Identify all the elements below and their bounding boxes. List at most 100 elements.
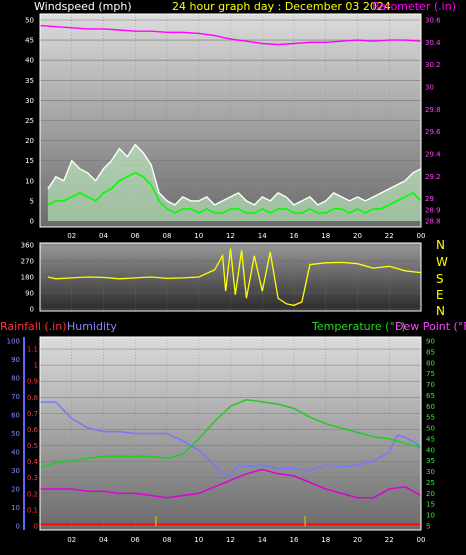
weather-graph: 0 5 10 15 20 25 30 35 40 45 50 28.8 28.9 29 29.2 29.4 29… [0, 0, 466, 555]
lower-x-tick-label: 02 [67, 536, 76, 544]
rainfall-tick-label: 0.1 [27, 506, 38, 514]
humidity-tick-label: 60 [11, 412, 20, 420]
barometer-tick-label: 28.9 [425, 206, 441, 214]
rainfall-tick-label: 0.6 [27, 426, 39, 434]
windspeed-x-tick-label: 00 [417, 232, 426, 240]
temperature-tick-label: 25 [426, 479, 435, 487]
temperature-tick-label: 15 [426, 501, 435, 509]
windspeed-x-tick-label: 04 [99, 232, 108, 240]
windspeed-tick-label: 25 [25, 117, 34, 125]
lower-x-tick-label: 18 [321, 536, 330, 544]
windspeed-tick-label: 35 [25, 77, 34, 85]
temperature-tick-label: 65 [426, 392, 435, 400]
lower-x-tick-label: 06 [131, 536, 140, 544]
temperature-tick-label: 70 [426, 381, 435, 389]
windspeed-x-tick-label: 16 [290, 232, 299, 240]
rainfall-tick-label: 0.5 [27, 442, 38, 450]
rainfall-tick-label: 0.8 [27, 394, 38, 402]
barometer-tick-label: 28.8 [425, 218, 441, 226]
compass-n-bottom: N [436, 304, 445, 318]
windspeed-x-tick-label: 12 [226, 232, 235, 240]
humidity-tick-label: 90 [11, 356, 20, 364]
lower-x-tick-label: 12 [226, 536, 235, 544]
temperature-axis-title: Temperature (°F) [312, 320, 406, 333]
temperature-tick-label: 45 [426, 435, 435, 443]
weather-chart-canvas: 0510152025303540455028.828.92929.229.429… [7, 13, 441, 544]
humidity-tick-label: 10 [11, 504, 20, 512]
windspeed-tick-label: 20 [25, 137, 34, 145]
rainfall-tick-label: 0.2 [27, 490, 38, 498]
temperature-tick-label: 85 [426, 348, 435, 356]
windspeed-tick-label: 15 [25, 157, 34, 165]
lower-x-tick-label: 00 [417, 536, 426, 544]
rainfall-tick-label: 0 [34, 523, 38, 531]
barometer-tick-label: 29.6 [425, 128, 441, 136]
windspeed-x-tick-label: 14 [258, 232, 267, 240]
barometer-tick-label: 29.4 [425, 151, 441, 159]
windspeed-tick-label: 5 [30, 197, 34, 205]
barometer-tick-label: 30.2 [425, 61, 441, 69]
rainfall-tick-label: 1 [34, 362, 38, 370]
lower-x-tick-label: 08 [163, 536, 172, 544]
humidity-tick-label: 70 [11, 393, 20, 401]
windspeed-tick-label: 45 [25, 37, 34, 45]
dewpoint-axis-title: Dew Point (°F) [395, 320, 466, 333]
windspeed-x-tick-label: 02 [67, 232, 76, 240]
windspeed-axis-title: Windspeed (mph) [34, 0, 132, 13]
barometer-tick-label: 29.2 [425, 173, 441, 181]
temperature-tick-label: 5 [426, 523, 430, 531]
lower-x-tick-label: 16 [290, 536, 299, 544]
temperature-tick-label: 90 [426, 338, 435, 346]
barometer-tick-label: 30.4 [425, 39, 441, 47]
temperature-tick-label: 35 [426, 457, 435, 465]
windspeed-x-tick-label: 20 [353, 232, 362, 240]
temperature-tick-label: 40 [426, 446, 435, 454]
chart-title: 24 hour graph day : December 03 2024 [172, 0, 391, 13]
direction-tick-label: 270 [21, 258, 34, 266]
humidity-tick-label: 80 [11, 375, 20, 383]
humidity-tick-label: 0 [16, 523, 20, 531]
windspeed-x-tick-label: 18 [321, 232, 330, 240]
temperature-tick-label: 60 [426, 403, 435, 411]
temperature-tick-label: 20 [426, 490, 435, 498]
compass-s: S [436, 272, 444, 286]
temperature-tick-label: 75 [426, 370, 435, 378]
lower-x-tick-label: 04 [99, 536, 108, 544]
humidity-tick-label: 50 [11, 430, 20, 438]
lower-x-tick-label: 22 [385, 536, 394, 544]
windspeed-x-tick-label: 10 [194, 232, 203, 240]
temperature-tick-label: 80 [426, 359, 435, 367]
direction-tick-label: 90 [25, 290, 34, 298]
lower-x-tick-label: 10 [194, 536, 203, 544]
temperature-tick-label: 10 [426, 512, 435, 520]
barometer-tick-label: 30.6 [425, 17, 441, 25]
barometer-tick-label: 29 [425, 195, 434, 203]
direction-tick-label: 180 [21, 274, 34, 282]
temperature-tick-label: 55 [426, 414, 435, 422]
temperature-tick-label: 50 [426, 425, 435, 433]
humidity-axis-title: Humidity [67, 320, 117, 333]
windspeed-tick-label: 50 [25, 17, 34, 25]
windspeed-tick-label: 40 [25, 57, 34, 65]
lower-x-tick-label: 20 [353, 536, 362, 544]
rainfall-tick-label: 0.4 [27, 458, 39, 466]
barometer-tick-label: 30 [425, 84, 434, 92]
rainfall-tick-label: 1.1 [27, 346, 38, 354]
direction-tick-label: 0 [30, 306, 34, 314]
rainfall-tick-label: 0.3 [27, 474, 38, 482]
rainfall-tick-label: 0.7 [27, 410, 38, 418]
compass-e: E [436, 288, 444, 302]
windspeed-x-tick-label: 08 [163, 232, 172, 240]
windspeed-x-tick-label: 06 [131, 232, 140, 240]
rainfall-tick-label: 0.9 [27, 378, 38, 386]
windspeed-tick-label: 30 [25, 97, 34, 105]
windspeed-tick-label: 0 [30, 218, 34, 226]
lower-x-tick-label: 14 [258, 536, 267, 544]
humidity-tick-label: 40 [11, 449, 20, 457]
rainfall-axis-title: Rainfall (.in) [0, 320, 67, 333]
humidity-tick-label: 30 [11, 467, 20, 475]
compass-w: W [436, 255, 448, 269]
windspeed-x-tick-label: 22 [385, 232, 394, 240]
barometer-tick-label: 29.8 [425, 106, 441, 114]
barometer-axis-title: Barometer (.in) [372, 0, 456, 13]
